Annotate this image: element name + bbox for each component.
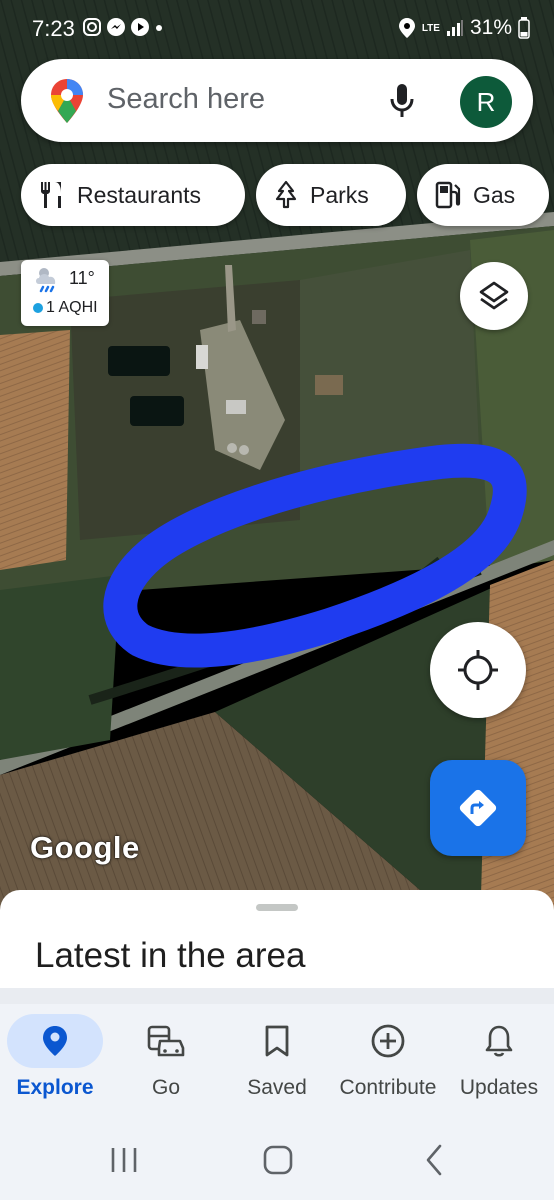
signal-strength-icon — [446, 20, 463, 36]
sheet-drag-handle[interactable] — [256, 904, 298, 911]
air-quality: 1 AQHI — [33, 299, 98, 317]
chip-restaurants-label: Restaurants — [77, 181, 202, 208]
back-icon[interactable] — [414, 1142, 454, 1178]
tree-icon — [275, 180, 297, 209]
commute-icon — [147, 1025, 185, 1057]
google-maps-logo-icon — [51, 79, 83, 123]
nav-saved-pill — [229, 1014, 325, 1068]
sheet-divider — [0, 988, 554, 1004]
weather-widget[interactable]: 11° 1 AQHI — [21, 260, 109, 326]
aqi-value: 1 AQHI — [46, 299, 98, 316]
instagram-icon — [83, 18, 101, 36]
fork-knife-icon — [41, 182, 61, 208]
rain-cloud-icon — [36, 268, 56, 293]
weather-temperature: 11° — [69, 268, 95, 288]
nav-go[interactable]: Go — [111, 1004, 221, 1120]
nav-contribute[interactable]: Contribute — [333, 1004, 443, 1120]
status-right-group: LTE 31% — [398, 16, 530, 40]
aqi-status-dot — [33, 303, 43, 313]
chip-parks[interactable]: Parks — [256, 164, 406, 226]
nav-explore[interactable]: Explore — [0, 1004, 110, 1120]
chip-parks-label: Parks — [310, 181, 369, 208]
account-avatar[interactable]: R — [460, 76, 512, 128]
battery-percentage: 31% — [469, 16, 512, 39]
add-circle-icon — [371, 1024, 405, 1058]
search-input[interactable]: Search here — [107, 83, 265, 116]
recent-apps-icon[interactable] — [104, 1142, 144, 1178]
bookmark-icon — [265, 1025, 289, 1057]
bottom-sheet[interactable]: Latest in the area — [0, 890, 554, 990]
status-time: 7:23 — [32, 16, 75, 41]
youtube-icon — [131, 18, 149, 36]
nav-go-label: Go — [151, 1076, 180, 1099]
notification-icons — [82, 17, 164, 37]
location-indicator-icon — [398, 18, 415, 38]
system-navigation-bar — [0, 1120, 554, 1200]
home-icon[interactable] — [258, 1142, 298, 1178]
crosshair-location-icon — [458, 650, 498, 690]
battery-icon — [518, 17, 530, 39]
nav-updates-label: Updates — [459, 1076, 539, 1099]
nav-explore-pill — [7, 1014, 103, 1068]
messenger-icon — [107, 18, 125, 36]
nav-contribute-pill — [340, 1014, 436, 1068]
chip-restaurants[interactable]: Restaurants — [21, 164, 245, 226]
nav-go-pill — [118, 1014, 214, 1068]
nav-contribute-label: Contribute — [339, 1076, 437, 1099]
more-notifications-dot-icon — [156, 25, 162, 31]
gas-pump-icon — [435, 181, 461, 209]
bottom-navigation: Explore Go Saved Contribute Updates — [0, 1004, 554, 1120]
chip-gas[interactable]: Gas — [417, 164, 549, 226]
my-location-button[interactable] — [430, 622, 526, 718]
location-pin-icon — [43, 1026, 67, 1056]
directions-icon — [459, 789, 497, 827]
nav-saved[interactable]: Saved — [222, 1004, 332, 1120]
bell-icon — [485, 1025, 513, 1057]
sheet-title: Latest in the area — [35, 936, 306, 975]
search-bar[interactable]: Search here R — [21, 59, 533, 142]
nav-updates[interactable]: Updates — [444, 1004, 554, 1120]
google-attribution: Google — [30, 830, 140, 865]
nav-explore-label: Explore — [16, 1076, 94, 1099]
nav-updates-pill — [451, 1014, 547, 1068]
layers-icon — [479, 281, 509, 310]
microphone-icon[interactable] — [388, 83, 416, 119]
chip-gas-label: Gas — [473, 181, 516, 208]
directions-button[interactable] — [430, 760, 526, 856]
status-bar: 7:23 LTE 31% — [0, 0, 554, 58]
layers-button[interactable] — [460, 262, 528, 330]
nav-saved-label: Saved — [247, 1076, 307, 1099]
network-type: LTE — [421, 22, 440, 34]
